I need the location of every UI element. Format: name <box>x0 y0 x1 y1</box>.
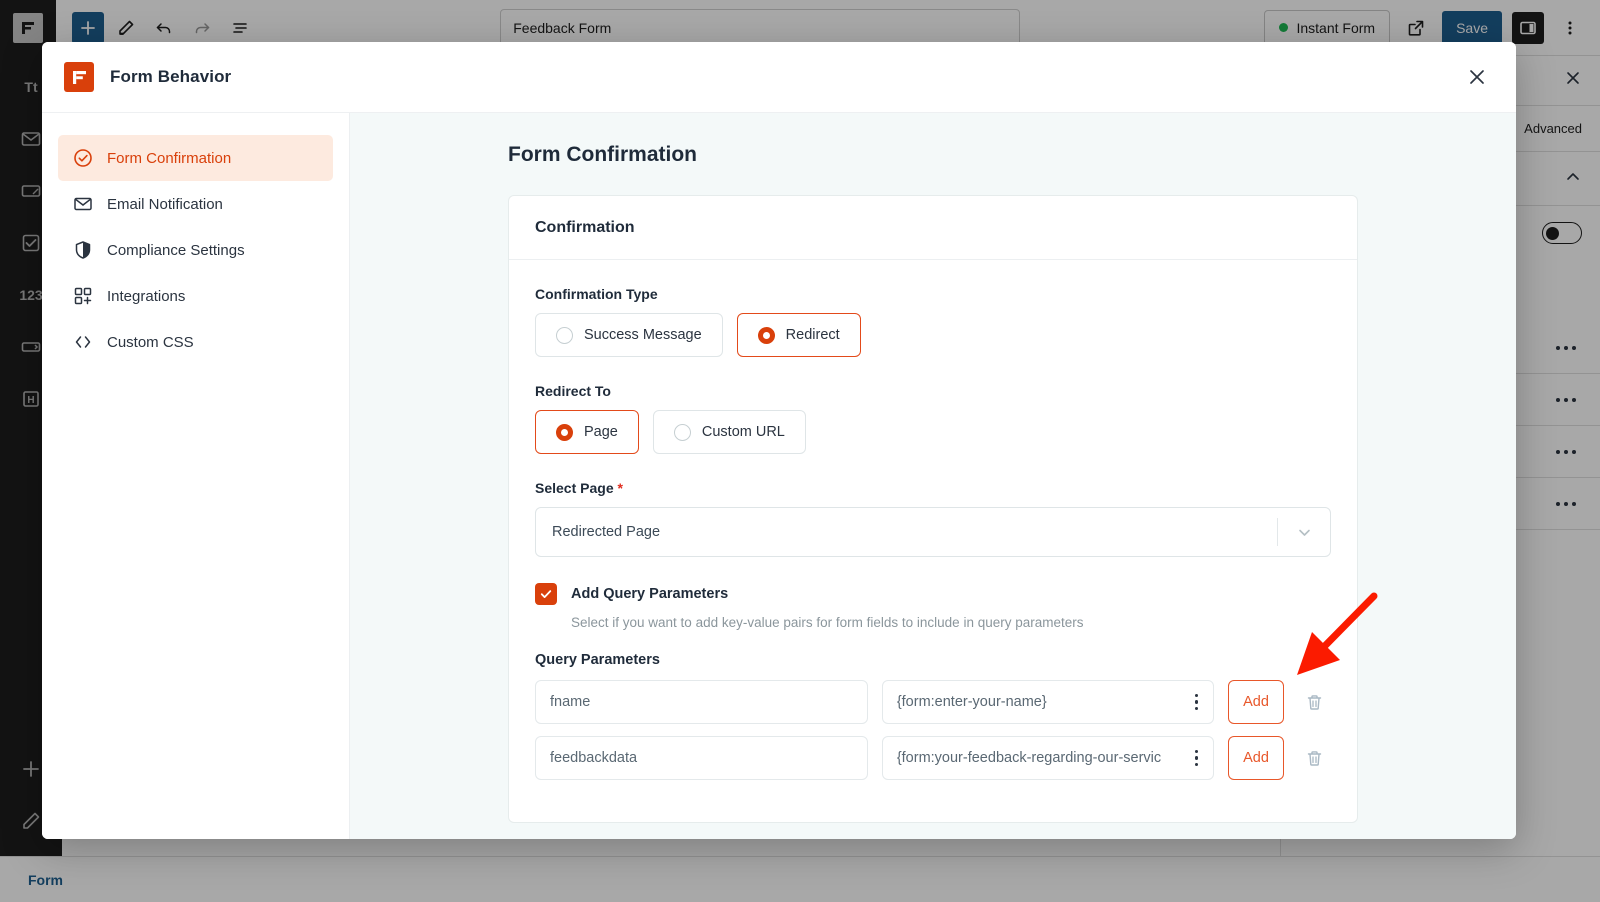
add-query-parameters-row[interactable]: Add Query Parameters <box>535 583 1331 605</box>
add-query-parameters-help: Select if you want to add key-value pair… <box>571 615 1084 630</box>
code-brackets-icon <box>72 332 93 353</box>
close-icon <box>1470 70 1484 84</box>
check-icon <box>540 590 552 598</box>
envelope-icon <box>72 194 93 215</box>
chevron-down-icon[interactable] <box>1278 524 1330 541</box>
fluent-forms-logo <box>64 62 94 92</box>
delete-parameter-button[interactable] <box>1298 736 1331 780</box>
sidebar-item-label: Email Notification <box>107 195 223 213</box>
query-parameter-value-text: {form:your-feedback-regarding-our-servic <box>896 750 1162 766</box>
query-parameter-value-text: {form:enter-your-name} <box>896 694 1047 710</box>
modal-close-button[interactable] <box>1460 60 1494 94</box>
sidebar-item-label: Compliance Settings <box>107 241 245 259</box>
radio-redirect[interactable]: Redirect <box>736 313 861 357</box>
select-page-dropdown[interactable]: Redirected Page <box>535 507 1331 557</box>
radio-label: Page <box>584 424 618 440</box>
radio-icon <box>673 423 691 441</box>
query-parameter-key-input[interactable]: fname <box>535 680 868 724</box>
trash-icon <box>1307 750 1321 766</box>
query-parameter-value-input[interactable]: {form:enter-your-name} <box>881 680 1215 724</box>
sidebar-item-compliance-settings[interactable]: Compliance Settings <box>58 227 333 273</box>
modal-sidebar: Form Confirmation Email Notification Com… <box>42 113 350 839</box>
required-marker: * <box>617 480 623 496</box>
kebab-menu-icon[interactable] <box>1185 693 1207 711</box>
query-parameters-label: Query Parameters <box>535 652 660 668</box>
modal-main: Form Confirmation Confirmation Confirmat… <box>350 113 1516 839</box>
confirmation-type-options: Success Message Redirect <box>535 313 1331 357</box>
radio-custom-url[interactable]: Custom URL <box>652 410 806 454</box>
radio-label: Redirect <box>785 327 840 343</box>
delete-parameter-button[interactable] <box>1298 680 1331 724</box>
redirect-to-options: Page Custom URL <box>535 410 1331 454</box>
add-query-parameters-label: Add Query Parameters <box>571 586 729 602</box>
modal-header: Form Behavior <box>42 42 1516 113</box>
sidebar-item-form-confirmation[interactable]: Form Confirmation <box>58 135 333 181</box>
sidebar-item-custom-css[interactable]: Custom CSS <box>58 319 333 365</box>
add-parameter-button[interactable]: Add <box>1228 736 1284 780</box>
card-title: Confirmation <box>509 196 1357 260</box>
select-page-label-text: Select Page <box>535 480 614 496</box>
add-parameter-button[interactable]: Add <box>1228 680 1284 724</box>
modal-body: Form Confirmation Email Notification Com… <box>42 113 1516 839</box>
card-body: Confirmation Type Success Message Redire… <box>509 260 1357 822</box>
modal-title: Form Behavior <box>110 67 232 86</box>
query-parameter-value-input[interactable]: {form:your-feedback-regarding-our-servic <box>881 736 1215 780</box>
kebab-menu-icon[interactable] <box>1185 749 1207 767</box>
query-parameter-row: fname {form:enter-your-name} Add <box>535 680 1331 724</box>
radio-icon <box>556 326 573 344</box>
shield-icon <box>72 240 93 261</box>
radio-label: Custom URL <box>701 424 785 440</box>
check-circle-icon <box>72 148 93 169</box>
radio-success-message[interactable]: Success Message <box>535 313 723 357</box>
trash-icon <box>1307 694 1321 710</box>
select-page-value: Redirected Page <box>552 524 661 540</box>
form-behavior-modal: Form Behavior Form Confirmation Email No… <box>42 42 1516 839</box>
radio-page[interactable]: Page <box>535 410 639 454</box>
query-parameter-row: feedbackdata {form:your-feedback-regardi… <box>535 736 1331 780</box>
query-parameter-key-input[interactable]: feedbackdata <box>535 736 868 780</box>
confirmation-card: Confirmation Confirmation Type Success M… <box>508 195 1358 823</box>
confirmation-type-label: Confirmation Type <box>535 286 658 302</box>
sidebar-item-email-notification[interactable]: Email Notification <box>58 181 333 227</box>
radio-icon-selected <box>757 326 775 344</box>
radio-icon-selected <box>556 423 573 441</box>
sidebar-item-label: Integrations <box>107 287 186 305</box>
sidebar-item-integrations[interactable]: Integrations <box>58 273 333 319</box>
redirect-to-label: Redirect To <box>535 383 611 399</box>
add-query-parameters-checkbox[interactable] <box>535 583 557 605</box>
grid-plus-icon <box>72 286 93 307</box>
page-title: Form Confirmation <box>508 143 697 166</box>
sidebar-item-label: Form Confirmation <box>107 149 232 167</box>
select-page-label: Select Page * <box>535 480 1331 496</box>
radio-label: Success Message <box>584 327 702 343</box>
sidebar-item-label: Custom CSS <box>107 333 194 351</box>
